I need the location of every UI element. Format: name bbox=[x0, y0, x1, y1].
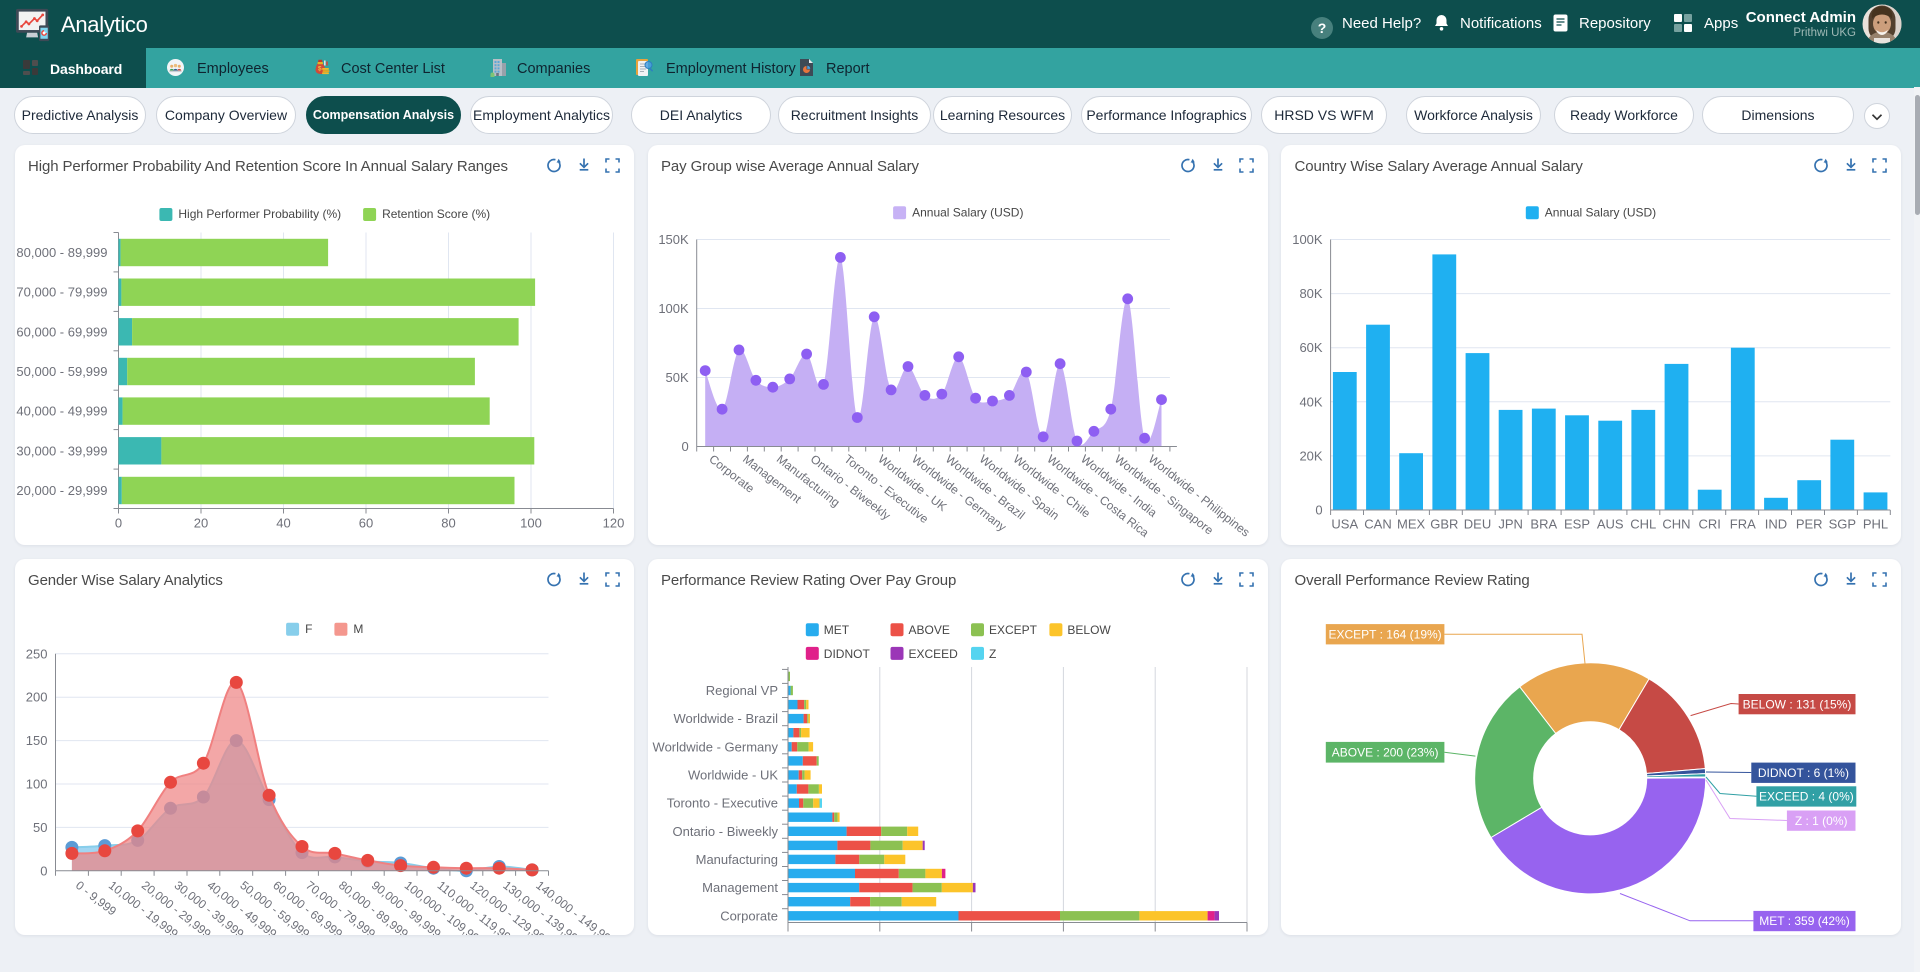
svg-text:100: 100 bbox=[520, 515, 542, 530]
svg-text:20,000 - 29,999: 20,000 - 29,999 bbox=[16, 483, 107, 498]
svg-text:SGP: SGP bbox=[1829, 516, 1856, 531]
svg-text:CHN: CHN bbox=[1662, 516, 1690, 531]
svg-text:CAN: CAN bbox=[1364, 516, 1391, 531]
svg-text:Z: Z bbox=[989, 646, 996, 660]
svg-text:JPN: JPN bbox=[1498, 516, 1523, 531]
svg-text:FRA: FRA bbox=[1730, 516, 1756, 531]
svg-text:Annual Salary (USD): Annual Salary (USD) bbox=[1545, 205, 1656, 219]
svg-text:Worldwide - Germany: Worldwide - Germany bbox=[652, 739, 778, 754]
svg-text:60,000 - 69,999: 60,000 - 69,999 bbox=[16, 324, 107, 339]
svg-text:40: 40 bbox=[276, 515, 290, 530]
svg-text:MET: MET bbox=[823, 623, 849, 637]
svg-text:High Performer Probability (%): High Performer Probability (%) bbox=[178, 207, 341, 221]
svg-text:Worldwide - Brazil: Worldwide - Brazil bbox=[673, 711, 778, 726]
svg-text:60: 60 bbox=[358, 515, 372, 530]
svg-text:0: 0 bbox=[40, 863, 47, 878]
svg-text:0: 0 bbox=[681, 439, 688, 454]
svg-text:EXCEED : 4 (0%): EXCEED : 4 (0%) bbox=[1759, 789, 1854, 803]
svg-text:$: $ bbox=[318, 66, 322, 73]
svg-text:DIDNOT: DIDNOT bbox=[823, 646, 870, 660]
svg-text:50: 50 bbox=[33, 819, 47, 834]
svg-text:0: 0 bbox=[114, 515, 121, 530]
svg-text:Worldwide - UK: Worldwide - UK bbox=[687, 767, 777, 782]
svg-text:USA: USA bbox=[1331, 516, 1358, 531]
svg-text:MEX: MEX bbox=[1397, 516, 1426, 531]
svg-text:80: 80 bbox=[441, 515, 455, 530]
svg-text:50,000 - 59,999: 50,000 - 59,999 bbox=[16, 364, 107, 379]
svg-text:Corporate: Corporate bbox=[720, 908, 778, 923]
svg-text:60K: 60K bbox=[1299, 340, 1322, 355]
svg-text:Annual Salary (USD): Annual Salary (USD) bbox=[912, 205, 1023, 219]
svg-text:DIDNOT : 6 (1%): DIDNOT : 6 (1%) bbox=[1758, 766, 1849, 780]
svg-text:BRA: BRA bbox=[1530, 516, 1557, 531]
svg-text:AUS: AUS bbox=[1597, 516, 1624, 531]
svg-text:40K: 40K bbox=[1299, 394, 1322, 409]
svg-text:150K: 150K bbox=[658, 232, 689, 247]
svg-text:80,000 - 89,999: 80,000 - 89,999 bbox=[16, 245, 107, 260]
svg-text:70,000 - 79,999: 70,000 - 79,999 bbox=[16, 284, 107, 299]
svg-text:F: F bbox=[305, 622, 312, 636]
svg-text:ABOVE: ABOVE bbox=[908, 623, 949, 637]
svg-text:200: 200 bbox=[25, 689, 47, 704]
svg-text:Regional VP: Regional VP bbox=[705, 683, 777, 698]
svg-text:ESP: ESP bbox=[1564, 516, 1590, 531]
svg-text:CHL: CHL bbox=[1630, 516, 1656, 531]
svg-text:BELOW: BELOW bbox=[1067, 623, 1111, 637]
svg-text:20: 20 bbox=[193, 515, 207, 530]
svg-text:Ontario - Biweekly: Ontario - Biweekly bbox=[672, 823, 778, 838]
svg-text:MET : 359 (42%): MET : 359 (42%) bbox=[1759, 914, 1849, 928]
svg-text:EXCEPT: EXCEPT bbox=[989, 623, 1038, 637]
svg-text:0: 0 bbox=[1315, 502, 1322, 517]
svg-text:100: 100 bbox=[25, 776, 47, 791]
svg-text:120: 120 bbox=[602, 515, 624, 530]
svg-text:Z : 1 (0%): Z : 1 (0%) bbox=[1795, 813, 1848, 827]
svg-text:ABOVE : 200 (23%): ABOVE : 200 (23%) bbox=[1332, 745, 1439, 759]
svg-text:40,000 - 49,999: 40,000 - 49,999 bbox=[16, 403, 107, 418]
svg-text:PHL: PHL bbox=[1863, 516, 1888, 531]
svg-text:Manufacturing: Manufacturing bbox=[695, 851, 777, 866]
svg-text:PER: PER bbox=[1796, 516, 1823, 531]
svg-text:IND: IND bbox=[1765, 516, 1787, 531]
svg-text:Management: Management bbox=[702, 880, 778, 895]
svg-text:30,000 - 39,999: 30,000 - 39,999 bbox=[16, 443, 107, 458]
svg-text:EXCEED: EXCEED bbox=[908, 646, 958, 660]
svg-text:80K: 80K bbox=[1299, 286, 1322, 301]
svg-text:M: M bbox=[353, 622, 363, 636]
svg-text:250: 250 bbox=[25, 646, 47, 661]
svg-text:100K: 100K bbox=[1292, 232, 1323, 247]
svg-text:100K: 100K bbox=[658, 301, 689, 316]
svg-text:150: 150 bbox=[25, 733, 47, 748]
svg-text:Retention Score (%): Retention Score (%) bbox=[382, 207, 490, 221]
svg-text:BELOW : 131 (15%): BELOW : 131 (15%) bbox=[1743, 697, 1852, 711]
svg-text:DEU: DEU bbox=[1464, 516, 1491, 531]
svg-text:Toronto - Executive: Toronto - Executive bbox=[666, 795, 777, 810]
svg-text:20K: 20K bbox=[1299, 448, 1322, 463]
svg-text:GBR: GBR bbox=[1430, 516, 1458, 531]
svg-text:EXCEPT : 164 (19%): EXCEPT : 164 (19%) bbox=[1329, 627, 1442, 641]
svg-text:CRI: CRI bbox=[1699, 516, 1721, 531]
svg-text:50K: 50K bbox=[665, 370, 688, 385]
